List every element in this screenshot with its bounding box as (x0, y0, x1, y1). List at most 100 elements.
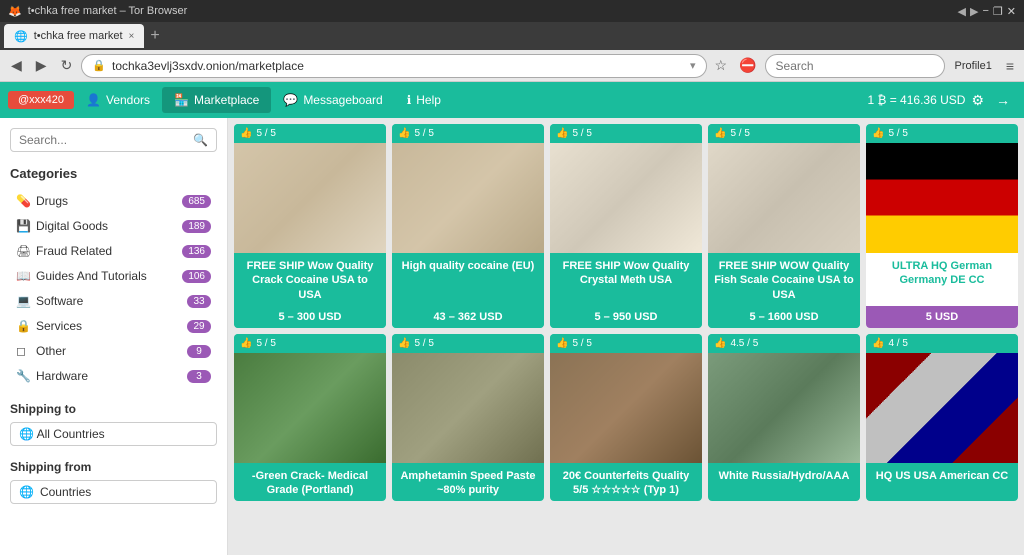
product-image (234, 143, 386, 253)
product-card[interactable]: 👍 5 / 5 -Green Crack- Medical Grade (Por… (234, 334, 386, 502)
product-card[interactable]: 👍 4.5 / 5 White Russia/Hydro/AAA (708, 334, 860, 502)
tab-close-button[interactable]: × (129, 31, 135, 42)
product-image (866, 353, 1018, 463)
product-rating: 👍 5 / 5 (392, 334, 544, 353)
category-item[interactable]: 🔧 Hardware 3 (10, 364, 217, 388)
back-button[interactable]: ◀ (6, 55, 27, 76)
product-rating: 👍 5 / 5 (550, 334, 702, 353)
profile-button[interactable]: Profile1 (949, 58, 998, 74)
product-rating: 👍 5 / 5 (866, 124, 1018, 143)
rating-value: 5 / 5 (572, 338, 591, 349)
category-item[interactable]: ◻ Other 9 (10, 339, 217, 363)
browser-icon: 🦊 (8, 5, 22, 18)
product-title: ULTRA HQ German Germany DE CC (866, 253, 1018, 306)
category-badge: 106 (182, 270, 211, 283)
category-label: Hardware (36, 369, 187, 383)
nav-back-icon: ◀ (958, 5, 966, 18)
category-badge: 3 (187, 370, 211, 383)
site-nav: @xxx420 👤 Vendors 🏪 Marketplace 💬 Messag… (0, 82, 1024, 118)
category-label: Fraud Related (36, 244, 182, 258)
category-icon: ◻ (16, 344, 36, 358)
rating-value: 4.5 / 5 (730, 338, 758, 349)
restore-icon[interactable]: ❐ (993, 5, 1003, 18)
logout-icon[interactable]: → (990, 92, 1016, 108)
category-badge: 33 (187, 295, 211, 308)
product-card[interactable]: 👍 5 / 5 Amphetamin Speed Paste ~80% puri… (392, 334, 544, 502)
rating-value: 4 / 5 (888, 338, 907, 349)
product-rating: 👍 5 / 5 (708, 124, 860, 143)
shipping-to-select[interactable]: 🌐 All Countries (10, 422, 217, 446)
rating-value: 5 / 5 (730, 128, 749, 139)
product-price: 5 – 300 USD (234, 306, 386, 328)
product-card[interactable]: 👍 5 / 5 FREE SHIP Wow Quality Crack Coca… (234, 124, 386, 328)
rating-value: 5 / 5 (256, 338, 275, 349)
product-title: HQ US USA American CC (866, 463, 1018, 502)
messageboard-button[interactable]: 💬 Messageboard (271, 87, 394, 113)
product-price: 5 USD (866, 306, 1018, 328)
product-title: Amphetamin Speed Paste ~80% purity (392, 463, 544, 502)
thumbs-up-icon: 👍 (872, 338, 884, 349)
refresh-button[interactable]: ↻ (56, 55, 78, 76)
marketplace-button[interactable]: 🏪 Marketplace (162, 87, 271, 113)
category-icon: 💊 (16, 194, 36, 208)
product-card[interactable]: 👍 4 / 5 HQ US USA American CC (866, 334, 1018, 502)
user-badge[interactable]: @xxx420 (8, 91, 74, 109)
product-card[interactable]: 👍 5 / 5 FREE SHIP Wow Quality Crystal Me… (550, 124, 702, 328)
forward-button[interactable]: ▶ (31, 55, 52, 76)
product-rating: 👍 4 / 5 (866, 334, 1018, 353)
category-badge: 29 (187, 320, 211, 333)
product-card[interactable]: 👍 5 / 5 ULTRA HQ German Germany DE CC 5 … (866, 124, 1018, 328)
help-icon: ℹ (407, 93, 412, 107)
category-item[interactable]: 💻 Software 33 (10, 289, 217, 313)
shipping-to-title: Shipping to (10, 402, 217, 416)
settings-icon[interactable]: ⚙ (965, 92, 990, 109)
product-title: -Green Crack- Medical Grade (Portland) (234, 463, 386, 502)
product-card[interactable]: 👍 5 / 5 FREE SHIP WOW Quality Fish Scale… (708, 124, 860, 328)
menu-icon[interactable]: ≡ (1002, 56, 1018, 76)
sidebar-search-input[interactable] (19, 133, 193, 147)
category-badge: 136 (182, 245, 211, 258)
help-button[interactable]: ℹ Help (395, 87, 453, 113)
category-label: Services (36, 319, 187, 333)
product-price: 5 – 1600 USD (708, 306, 860, 328)
rating-value: 5 / 5 (572, 128, 591, 139)
product-title: White Russia/Hydro/AAA (708, 463, 860, 502)
product-card[interactable]: 👍 5 / 5 High quality cocaine (EU) 43 – 3… (392, 124, 544, 328)
minimize-icon[interactable]: − (982, 5, 988, 17)
nav-icons: ☆ ⛔ (711, 55, 761, 76)
category-label: Digital Goods (36, 219, 182, 233)
product-title: FREE SHIP Wow Quality Crystal Meth USA (550, 253, 702, 306)
tor-block-icon[interactable]: ⛔ (735, 55, 760, 76)
product-title: FREE SHIP WOW Quality Fish Scale Cocaine… (708, 253, 860, 306)
product-rating: 👍 4.5 / 5 (708, 334, 860, 353)
close-icon[interactable]: ✕ (1007, 5, 1016, 18)
category-item[interactable]: 🔒 Services 29 (10, 314, 217, 338)
dropdown-icon[interactable]: ▾ (690, 59, 696, 72)
category-item[interactable]: 🖨 Fraud Related 136 (10, 239, 217, 263)
category-icon: 🖨 (16, 244, 36, 258)
sidebar-search-bar[interactable]: 🔍 (10, 128, 217, 152)
bookmark-icon[interactable]: ☆ (711, 55, 732, 76)
product-card[interactable]: 👍 5 / 5 20€ Counterfeits Quality 5/5 ☆☆☆… (550, 334, 702, 502)
search-input[interactable] (765, 54, 945, 78)
category-badge: 685 (182, 195, 211, 208)
category-item[interactable]: 💾 Digital Goods 189 (10, 214, 217, 238)
thumbs-up-icon: 👍 (556, 128, 568, 139)
product-image (392, 353, 544, 463)
tab-label: t•chka free market (34, 30, 123, 42)
product-title: 20€ Counterfeits Quality 5/5 ☆☆☆☆☆ (Typ … (550, 463, 702, 502)
vendors-button[interactable]: 👤 Vendors (74, 87, 162, 113)
category-label: Software (36, 294, 187, 308)
thumbs-up-icon: 👍 (398, 338, 410, 349)
category-item[interactable]: 📖 Guides And Tutorials 106 (10, 264, 217, 288)
shipping-from-select[interactable]: 🌐 Countries (10, 480, 217, 504)
category-item[interactable]: 💊 Drugs 685 (10, 189, 217, 213)
product-image (866, 143, 1018, 253)
category-icon: 🔒 (16, 319, 36, 333)
product-image (234, 353, 386, 463)
url-bar[interactable]: 🔒 tochka3evlj3sxdv.onion/marketplace ▾ (81, 54, 706, 78)
active-tab[interactable]: 🌐 t•chka free market × (4, 24, 144, 48)
product-grid: 👍 5 / 5 FREE SHIP Wow Quality Crack Coca… (234, 124, 1018, 501)
tab-bar: 🌐 t•chka free market × + (0, 22, 1024, 50)
new-tab-button[interactable]: + (144, 27, 165, 45)
